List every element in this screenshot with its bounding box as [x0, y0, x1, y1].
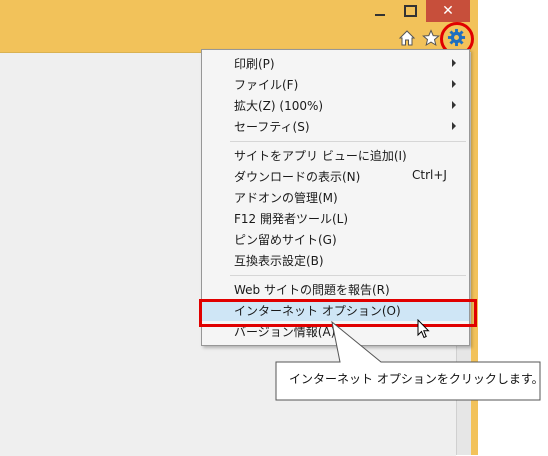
- browser-window: ✕ 印刷(P) ファイル(F) 拡大(Z) (100%) セーフティ(S) サイ…: [0, 0, 548, 456]
- callout-text: インターネット オプションをクリックします。: [289, 372, 544, 386]
